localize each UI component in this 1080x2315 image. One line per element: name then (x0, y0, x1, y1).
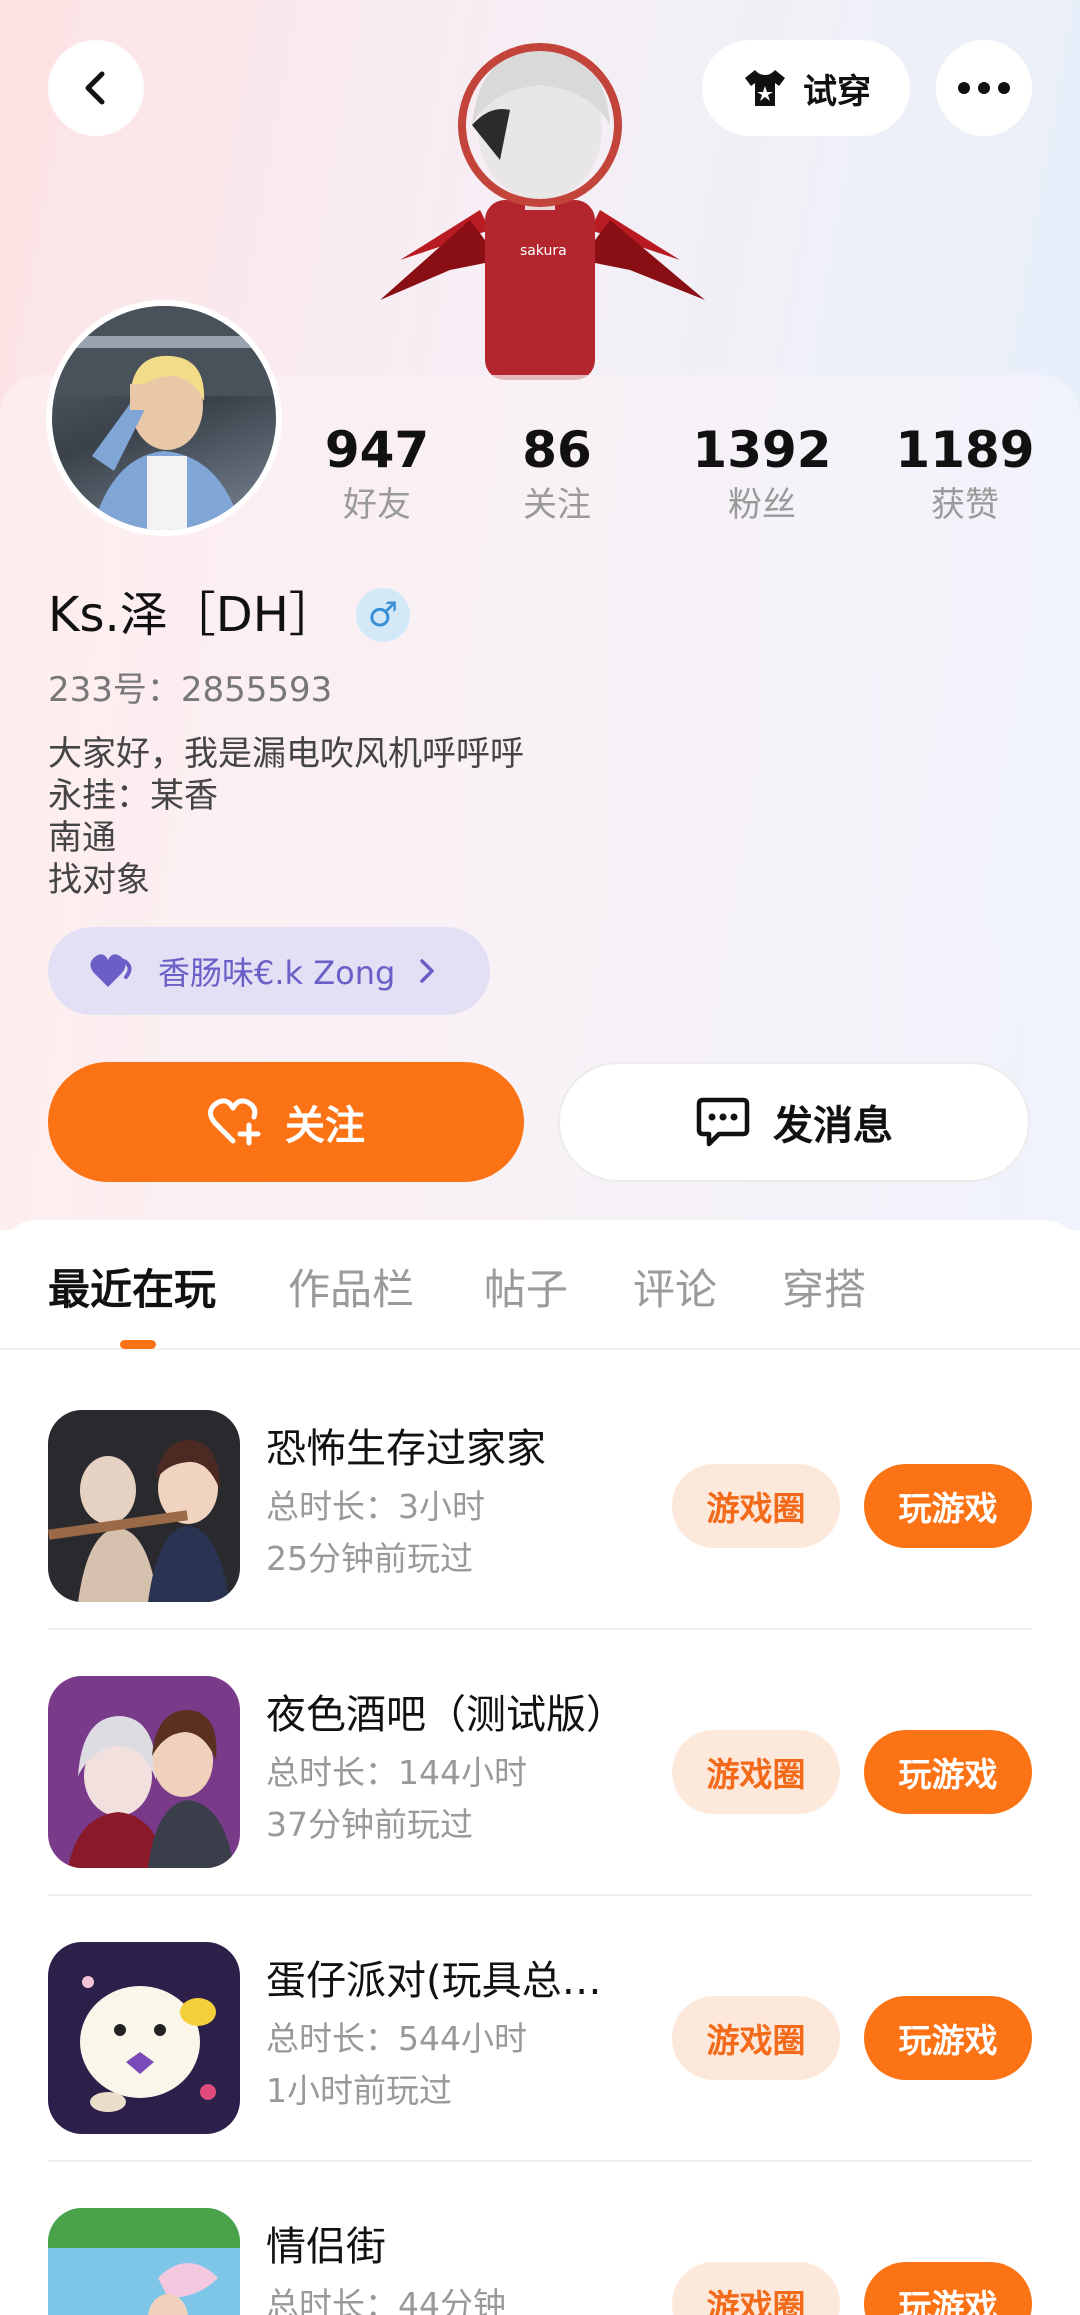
stat-likes[interactable]: 1189 获赞 (880, 420, 1050, 530)
tab-works[interactable]: 作品栏 (288, 1262, 414, 1318)
bio-line: 大家好，我是漏电吹风机呼呼呼 (48, 734, 524, 774)
avatar-3d-figure: sakura (380, 43, 705, 380)
message-label: 发消息 (773, 1103, 893, 1149)
follow-label: 关注 (285, 1103, 365, 1149)
game-duration: 总时长：3小时 (266, 1487, 485, 1526)
list-item[interactable]: 恐怖生存过家家 总时长：3小时 25分钟前玩过 游戏圈 玩游戏 (0, 1364, 1080, 1630)
stat-friends[interactable]: 947 好友 (292, 420, 462, 530)
game-icon (48, 1942, 240, 2134)
chevron-right-icon (420, 959, 435, 983)
stat-following[interactable]: 86 关注 (472, 420, 642, 530)
tab-recent[interactable]: 最近在玩 (48, 1262, 216, 1318)
game-title: 夜色酒吧（测试版） (266, 1692, 626, 1738)
list-item[interactable]: 情侣街 总时长：44分钟 游戏圈 玩游戏 (0, 2162, 1080, 2315)
stat-label: 粉丝 (728, 485, 796, 525)
bio: 大家好，我是漏电吹风机呼呼呼 永挂：某香 南通 找对象 (48, 733, 524, 901)
try-on-button[interactable]: 试穿 (702, 40, 910, 136)
back-button[interactable] (48, 40, 144, 136)
user-id: 233号：2855593 (48, 670, 333, 710)
avatar[interactable] (46, 300, 282, 536)
bio-line: 永挂：某香 (48, 776, 218, 816)
cp-link[interactable]: 香肠味€.k Zong (48, 927, 490, 1015)
tab-posts[interactable]: 帖子 (484, 1262, 568, 1318)
game-circle-button[interactable]: 游戏圈 (672, 1730, 840, 1814)
stat-label: 关注 (523, 485, 591, 525)
chat-bubble-icon (696, 1097, 750, 1147)
game-last-played: 25分钟前玩过 (266, 1539, 473, 1578)
stat-value: 1189 (895, 421, 1035, 479)
play-game-button[interactable]: 玩游戏 (864, 1730, 1032, 1814)
stat-value: 1392 (692, 421, 832, 479)
game-icon (48, 1676, 240, 1868)
tab-comments[interactable]: 评论 (633, 1262, 717, 1318)
play-game-button[interactable]: 玩游戏 (864, 1464, 1032, 1548)
game-duration: 总时长：144小时 (266, 1753, 527, 1792)
stat-label: 获赞 (931, 485, 999, 525)
game-icon (48, 2208, 240, 2315)
game-title: 蛋仔派对(玩具总… (266, 1958, 602, 2004)
follow-button[interactable]: 关注 (48, 1062, 524, 1182)
stat-fans[interactable]: 1392 粉丝 (677, 420, 847, 530)
try-on-label: 试穿 (803, 71, 871, 112)
game-duration: 总时长：544小时 (266, 2019, 527, 2058)
stat-value: 947 (324, 421, 430, 479)
tab-bar: 最近在玩 作品栏 帖子 评论 穿搭 (0, 1220, 1080, 1350)
message-button[interactable]: 发消息 (558, 1062, 1030, 1182)
more-dots-icon (958, 82, 1010, 94)
avatar-photo (52, 306, 276, 530)
list-item[interactable]: 夜色酒吧（测试版） 总时长：144小时 37分钟前玩过 游戏圈 玩游戏 (0, 1630, 1080, 1896)
game-duration: 总时长：44分钟 (266, 2285, 506, 2315)
game-title: 恐怖生存过家家 (266, 1426, 546, 1472)
male-icon: ♂ (356, 588, 410, 642)
game-circle-button[interactable]: 游戏圈 (672, 1996, 840, 2080)
list-item[interactable]: 蛋仔派对(玩具总… 总时长：544小时 1小时前玩过 游戏圈 玩游戏 (0, 1896, 1080, 2162)
bio-line: 找对象 (48, 860, 150, 900)
tab-indicator (120, 1340, 156, 1349)
more-button[interactable] (936, 40, 1032, 136)
heart-icon (90, 954, 132, 987)
game-last-played: 1小时前玩过 (266, 2071, 452, 2110)
stat-label: 好友 (343, 485, 411, 525)
tshirt-icon (745, 70, 785, 106)
game-last-played: 37分钟前玩过 (266, 1805, 473, 1844)
game-circle-button[interactable]: 游戏圈 (672, 1464, 840, 1548)
game-icon (48, 1410, 240, 1602)
play-game-button[interactable]: 玩游戏 (864, 1996, 1032, 2080)
game-title: 情侣街 (266, 2224, 386, 2270)
game-circle-button[interactable]: 游戏圈 (672, 2262, 840, 2315)
heart-plus-icon (208, 1098, 261, 1146)
username: Ks.泽［DH］ (48, 587, 337, 643)
stat-value: 86 (522, 421, 592, 479)
svg-text:sakura: sakura (520, 243, 567, 259)
cp-name: 香肠味€.k Zong (158, 954, 396, 992)
tab-outfits[interactable]: 穿搭 (782, 1262, 866, 1318)
play-game-button[interactable]: 玩游戏 (864, 2262, 1032, 2315)
bio-line: 南通 (48, 818, 116, 858)
chevron-left-icon (85, 71, 105, 105)
